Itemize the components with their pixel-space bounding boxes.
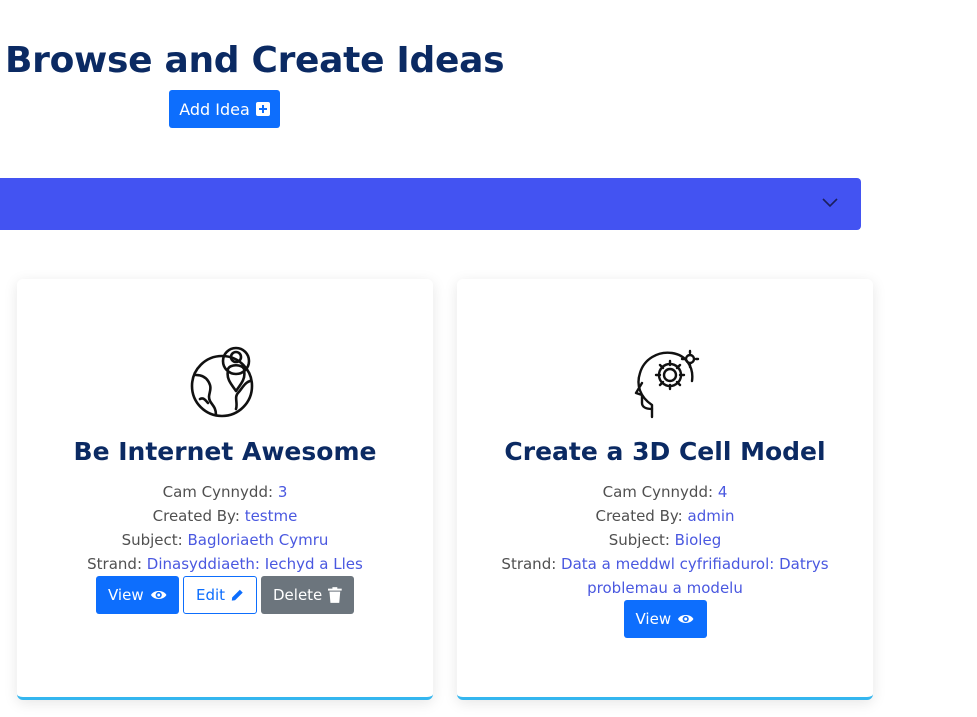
cam-label: Cam Cynnydd: [162, 483, 274, 501]
created-by-value[interactable]: admin [688, 507, 735, 525]
strand-value[interactable]: Data a meddwl cyfrifiadurol: Datrys prob… [561, 555, 829, 597]
card-title: Create a 3D Cell Model [504, 437, 826, 466]
created-by-value[interactable]: testme [245, 507, 298, 525]
eye-icon [150, 591, 167, 599]
cam-label: Cam Cynnydd: [602, 483, 714, 501]
created-by-label: Created By: [595, 507, 683, 525]
pencil-icon [231, 589, 243, 601]
strand-row: Strand: Data a meddwl cyfrifiadurol: Dat… [477, 552, 853, 600]
card-meta: Cam Cynnydd: 3 Created By: testme Subjec… [37, 480, 413, 614]
page-title: Browse and Create Ideas [5, 40, 505, 81]
cam-row: Cam Cynnydd: 3 [37, 480, 413, 504]
cam-row: Cam Cynnydd: 4 [477, 480, 853, 504]
strand-label: Strand: [501, 555, 557, 573]
cam-value[interactable]: 4 [718, 483, 728, 501]
idea-card: Create a 3D Cell Model Cam Cynnydd: 4 Cr… [457, 279, 873, 700]
eye-icon [678, 615, 694, 623]
card-actions: View [477, 600, 853, 638]
card-title: Be Internet Awesome [73, 437, 377, 466]
chevron-down-icon [822, 198, 838, 208]
view-label: View [635, 610, 672, 628]
subject-row: Subject: Bagloriaeth Cymru [37, 528, 413, 552]
edit-button[interactable]: Edit [183, 576, 257, 614]
strand-label: Strand: [87, 555, 142, 573]
subject-value[interactable]: Bagloriaeth Cymru [188, 531, 329, 549]
globe-person-icon [190, 346, 254, 418]
strand-value[interactable]: Dinasyddiaeth: Iechyd a Lles [147, 555, 363, 573]
edit-label: Edit [196, 586, 226, 604]
subject-label: Subject: [121, 531, 183, 549]
card-meta: Cam Cynnydd: 4 Created By: admin Subject… [477, 480, 853, 638]
trash-icon [328, 587, 342, 603]
cam-value[interactable]: 3 [278, 483, 288, 501]
view-label: View [108, 586, 144, 604]
view-button[interactable]: View [96, 576, 179, 614]
created-by-label: Created By: [152, 507, 240, 525]
head-gear-icon [634, 349, 700, 419]
created-by-row: Created By: admin [477, 504, 853, 528]
subject-label: Subject: [608, 531, 670, 549]
card-actions: View Edit Delete [37, 576, 413, 614]
delete-label: Delete [273, 586, 323, 604]
subject-value[interactable]: Bioleg [675, 531, 722, 549]
subject-row: Subject: Bioleg [477, 528, 853, 552]
delete-button[interactable]: Delete [261, 576, 354, 614]
strand-row: Strand: Dinasyddiaeth: Iechyd a Lles [37, 552, 413, 576]
filter-accordion[interactable] [0, 178, 861, 230]
add-idea-button[interactable]: Add Idea [169, 90, 280, 128]
created-by-row: Created By: testme [37, 504, 413, 528]
idea-card: Be Internet Awesome Cam Cynnydd: 3 Creat… [17, 279, 433, 700]
add-idea-label: Add Idea [179, 99, 250, 119]
view-button[interactable]: View [623, 600, 707, 638]
plus-square-icon [255, 102, 270, 116]
